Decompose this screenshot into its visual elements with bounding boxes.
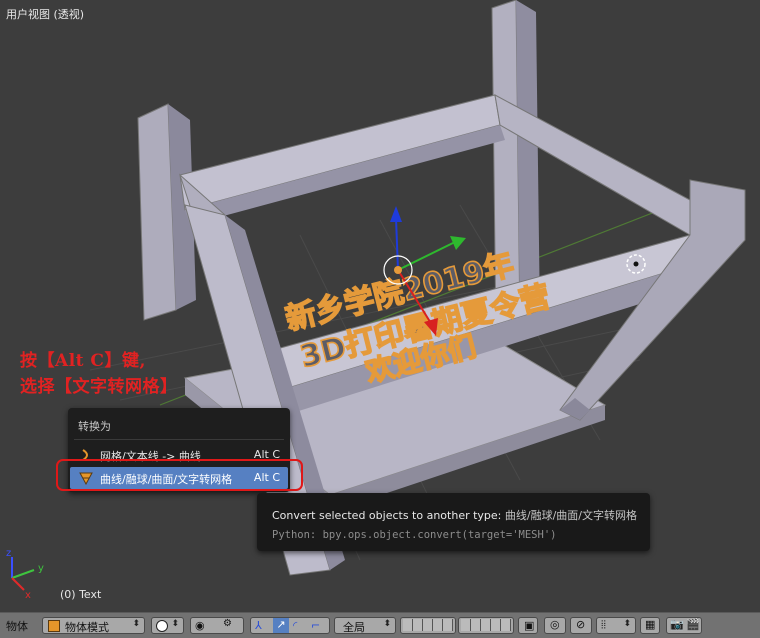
- dropdown-arrow-icon: ⬍: [132, 619, 140, 629]
- proportional-edit-button[interactable]: ◎: [544, 617, 566, 634]
- layers-group-2[interactable]: [458, 617, 514, 634]
- pivot-select[interactable]: ◉ ⚙: [190, 617, 244, 634]
- svg-text:y: y: [38, 563, 44, 574]
- svg-text:z: z: [6, 548, 11, 559]
- opengl-render-button[interactable]: 📷 🎬: [666, 617, 702, 634]
- viewport-shading-select[interactable]: ⬍: [151, 617, 184, 634]
- snap-icon: ⚙: [223, 618, 232, 629]
- svg-text:x: x: [25, 590, 31, 601]
- translate-icon: ↗: [273, 618, 289, 633]
- tooltip: Convert selected objects to another type…: [257, 493, 650, 551]
- orientation-select[interactable]: 全局 ⬍: [334, 617, 396, 634]
- mode-label: 物体模式: [65, 621, 109, 634]
- viewport-header: 物体 物体模式 ⬍ ⬍ ◉ ⚙ ⅄ ↗ ◜ ⌐ 全局 ⬍ ▣ ◎ ⊘ ⦙⦙ ⬍ ▦…: [0, 612, 760, 638]
- tooltip-highlight: 曲线/融球/曲面/文字转网格: [504, 509, 638, 522]
- snap-toggle-button[interactable]: ⊘: [570, 617, 592, 634]
- active-object-label: (0) Text: [60, 588, 102, 601]
- tooltip-python: Python: bpy.ops.object.convert(target='M…: [272, 529, 557, 541]
- dropdown-arrow-icon: ⬍: [623, 619, 631, 629]
- snap-element-icon: ⦙⦙: [601, 618, 606, 631]
- header-object-menu[interactable]: 物体: [6, 618, 28, 634]
- viewport-title: 用户视图 (透视): [6, 8, 85, 21]
- mode-select[interactable]: 物体模式 ⬍: [42, 617, 145, 634]
- layers-icon: [403, 619, 453, 631]
- menu-title: 转换为: [78, 420, 111, 433]
- snap-element-select[interactable]: ⦙⦙ ⬍: [596, 617, 636, 634]
- scale-icon: ⌐: [311, 619, 321, 632]
- lock-layers-button[interactable]: ▣: [518, 617, 538, 634]
- shading-icon: [156, 620, 168, 632]
- lock-icon: ▣: [524, 619, 535, 632]
- camera-icon: 📷: [670, 618, 684, 631]
- object-mode-icon: [48, 620, 60, 632]
- layers-icon: [461, 619, 511, 631]
- manipulator-icon: ⅄: [255, 619, 262, 632]
- pivot-icon: ◉: [195, 619, 205, 632]
- tooltip-description-text: Convert selected objects to another type…: [272, 509, 502, 522]
- render-button[interactable]: ▦: [640, 617, 660, 634]
- 3d-viewport[interactable]: 新乡学院2019年 3D打印暑期夏令营 欢迎你们 y z x 用户视图 (透视)…: [0, 0, 760, 612]
- clapper-icon: 🎬: [686, 618, 700, 631]
- dropdown-arrow-icon: ⬍: [383, 619, 391, 629]
- layers-group-1[interactable]: [400, 617, 456, 634]
- rotate-icon: ◜: [293, 619, 298, 632]
- annotation-line2: 选择【文字转网格】: [20, 377, 178, 397]
- magnet-icon: ⊘: [576, 618, 586, 631]
- manipulator-toggles[interactable]: ⅄ ↗ ◜ ⌐: [250, 617, 330, 634]
- highlight-box: [56, 459, 303, 491]
- tooltip-description: Convert selected objects to another type…: [272, 507, 637, 523]
- annotation-line1: 按【Alt C】键,: [20, 351, 146, 371]
- dropdown-arrow-icon: ⬍: [171, 619, 179, 629]
- menu-separator: [74, 439, 284, 440]
- render-icon: ▦: [645, 618, 656, 631]
- orientation-label: 全局: [343, 621, 365, 634]
- axis-indicator-icon: y z x: [6, 548, 44, 601]
- proportional-icon: ◎: [550, 618, 560, 631]
